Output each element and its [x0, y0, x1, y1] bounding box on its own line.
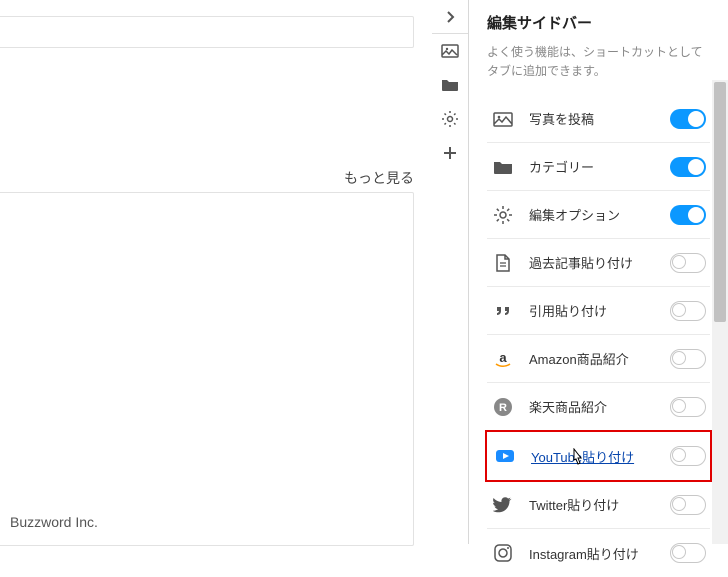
collapse-button[interactable] [432, 0, 468, 34]
edit-sidebar: 編集サイドバー よく使う機能は、ショートカットとしてタブに追加できます。 写真を… [468, 0, 710, 544]
youtube-highlight: YouTube貼り付け [485, 430, 712, 482]
feature-label: Twitter貼り付け [529, 495, 670, 514]
feature-label: 引用貼り付け [529, 301, 670, 320]
icon-toolbar [432, 0, 468, 170]
toggle-photo[interactable] [670, 109, 706, 129]
feature-label: Amazon商品紹介 [529, 349, 670, 368]
feature-label: 過去記事貼り付け [529, 253, 670, 272]
instagram-icon [491, 541, 515, 565]
feature-row-photo: 写真を投稿 [487, 95, 710, 143]
feature-row-twitter: Twitter貼り付け [487, 481, 710, 529]
feature-row-instagram: Instagram貼り付け [487, 529, 710, 577]
folder-icon [491, 155, 515, 179]
toggle-quote[interactable] [670, 301, 706, 321]
sidebar-title: 編集サイドバー [487, 12, 710, 33]
toggle-amazon[interactable] [670, 349, 706, 369]
feature-label[interactable]: YouTube貼り付け [531, 447, 670, 466]
toggle-past-article[interactable] [670, 253, 706, 273]
feature-row-past-article: 過去記事貼り付け [487, 239, 710, 287]
feature-row-category: カテゴリー [487, 143, 710, 191]
scroll-thumb[interactable] [714, 82, 726, 322]
toggle-youtube[interactable] [670, 446, 706, 466]
content-box [0, 16, 414, 48]
toggle-instagram[interactable] [670, 543, 706, 563]
content-panel [0, 192, 414, 546]
feature-label: 写真を投稿 [529, 109, 670, 128]
sidebar-description: よく使う機能は、ショートカットとしてタブに追加できます。 [487, 43, 710, 81]
scrollbar[interactable] [712, 80, 728, 544]
gear-tab-icon[interactable] [432, 102, 468, 136]
feature-row-options: 編集オプション [487, 191, 710, 239]
more-link[interactable]: もっと見る [344, 168, 414, 188]
toggle-twitter[interactable] [670, 495, 706, 515]
toggle-options[interactable] [670, 205, 706, 225]
gear-icon [491, 203, 515, 227]
feature-label: 編集オプション [529, 205, 670, 224]
feature-row-youtube[interactable]: YouTube貼り付け [489, 432, 710, 480]
svg-text:a: a [499, 350, 507, 365]
feature-label: Instagram貼り付け [529, 544, 670, 563]
folder-tab-icon[interactable] [432, 68, 468, 102]
youtube-icon [493, 444, 517, 468]
feature-label: 楽天商品紹介 [529, 397, 670, 416]
feature-row-rakuten: R 楽天商品紹介 [487, 383, 710, 431]
amazon-icon: a [491, 347, 515, 371]
rakuten-icon: R [491, 395, 515, 419]
twitter-icon [491, 493, 515, 517]
feature-row-amazon: a Amazon商品紹介 [487, 335, 710, 383]
feature-list: 写真を投稿 カテゴリー 編集オプション 過去記事貼り付け [487, 95, 710, 577]
photo-tab-icon[interactable] [432, 34, 468, 68]
feature-label: カテゴリー [529, 157, 670, 176]
document-icon [491, 251, 515, 275]
feature-row-quote: 引用貼り付け [487, 287, 710, 335]
toggle-category[interactable] [670, 157, 706, 177]
quote-icon [491, 299, 515, 323]
footer-text: Buzzword Inc. [10, 514, 98, 530]
add-tab-icon[interactable] [432, 136, 468, 170]
toggle-rakuten[interactable] [670, 397, 706, 417]
photo-icon [491, 107, 515, 131]
svg-text:R: R [499, 402, 507, 414]
